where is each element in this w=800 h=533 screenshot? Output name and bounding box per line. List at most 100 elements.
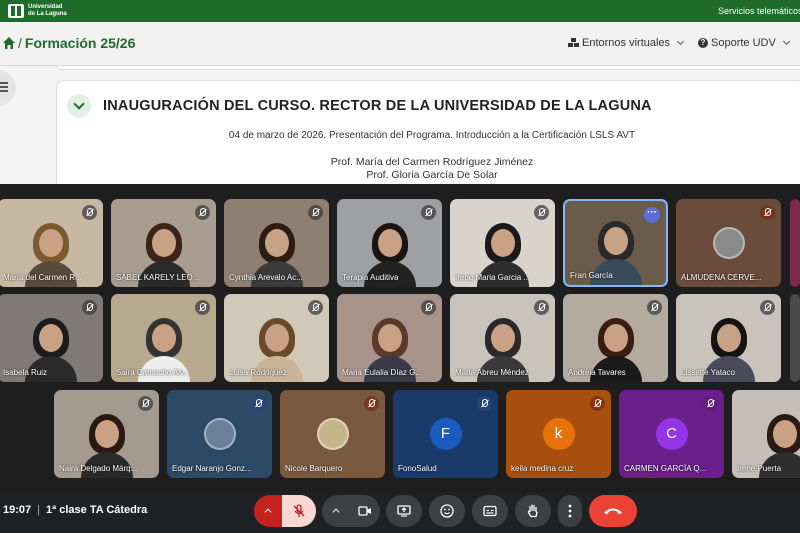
participant-tile[interactable]: C CARMEN GARCÍA Q... <box>619 390 724 478</box>
present-screen-button[interactable] <box>386 495 422 527</box>
university-topbar: Universidad de La Laguna Servicios telem… <box>0 0 800 22</box>
participant-name: SABEL KARELY LEO... <box>116 273 200 282</box>
raise-hand-button[interactable] <box>515 495 551 527</box>
logo-line-1: Universidad <box>28 4 63 10</box>
participant-name: Saira Camacho Alv... <box>116 368 191 377</box>
mic-muted-icon <box>195 300 210 315</box>
meeting-info: 19:07 | 1ª clase TA Cátedra <box>3 504 147 516</box>
end-call-button[interactable] <box>589 495 637 527</box>
camera-toggle-button[interactable] <box>350 495 380 527</box>
participant-tile[interactable]: Terapia Auditiva <box>337 199 442 287</box>
meeting-time: 19:07 <box>3 504 32 516</box>
section-card: INAUGURACIÓN DEL CURSO. RECTOR DE LA UNI… <box>56 80 800 184</box>
mic-muted-icon <box>760 205 775 220</box>
participant-tile[interactable]: ALMUDENA CERVE... <box>676 199 781 287</box>
participant-name: Nicole Barquero <box>285 464 343 473</box>
participant-tile[interactable]: SABEL KARELY LEO... <box>111 199 216 287</box>
cubes-icon <box>568 38 579 47</box>
participant-avatar: C <box>655 418 688 450</box>
mic-muted-icon <box>195 205 210 220</box>
participant-name: Maria Eulalia Díaz G... <box>342 368 423 377</box>
mic-muted-icon <box>590 396 605 411</box>
raise-hand-icon <box>527 504 538 518</box>
participant-name: CARMEN GARCÍA Q... <box>624 464 707 473</box>
more-options-icon <box>568 504 572 518</box>
university-logo[interactable]: Universidad de La Laguna <box>8 4 67 18</box>
question-icon: ? <box>698 38 708 48</box>
services-link[interactable]: Servicios telemáticos <box>718 6 800 16</box>
participant-tile[interactable]: Saira Camacho Alv... <box>111 294 216 382</box>
video-options-button[interactable] <box>322 495 350 527</box>
end-call-icon <box>604 508 622 515</box>
participant-name: Naira Delgado Márq... <box>59 464 138 473</box>
course-title[interactable]: Formación 25/26 <box>25 35 136 51</box>
section-professor-1: Prof. María del Carmen Rodríguez Jiménez <box>330 156 534 168</box>
mic-muted-icon <box>82 300 97 315</box>
captions-button[interactable] <box>472 495 508 527</box>
participant-name: Maria Abreu Méndez <box>455 368 529 377</box>
participant-avatar <box>712 227 745 259</box>
emoji-icon <box>440 504 454 518</box>
chevron-down-icon <box>782 37 790 46</box>
breadcrumb[interactable]: / Formación 25/26 <box>18 35 135 51</box>
soporte-udv-menu[interactable]: ? Soporte UDV <box>698 37 790 49</box>
participant-tile-partial[interactable] <box>790 294 800 382</box>
more-options-button[interactable] <box>558 495 582 527</box>
drawer-toggle-button[interactable] <box>0 70 16 106</box>
participant-name: Edgar Naranjo Gonz... <box>172 464 252 473</box>
more-options-icon[interactable]: ··· <box>644 207 660 223</box>
participant-name: keila medina cruz <box>511 464 574 473</box>
participant-tile[interactable]: Irene Puerta <box>732 390 800 478</box>
participant-name: Andreia Tavares <box>568 368 626 377</box>
participant-name: Irene Puerta <box>737 464 782 473</box>
mic-muted-icon <box>534 300 549 315</box>
participant-tile[interactable]: Cynthia Arevalo Ac... <box>224 199 329 287</box>
participant-tile[interactable]: F FonoSalud <box>393 390 498 478</box>
mic-toggle-button[interactable] <box>282 495 316 527</box>
collapse-section-button[interactable] <box>67 94 91 118</box>
logo-line-2: de La Laguna <box>28 11 67 17</box>
participant-name: Isabela Ruiz <box>3 368 48 377</box>
participant-tile[interactable]: Edgar Naranjo Gonz... <box>167 390 272 478</box>
menu-icon <box>0 82 8 84</box>
entornos-virtuales-menu[interactable]: Entornos virtuales <box>568 37 685 49</box>
mic-muted-icon <box>308 300 323 315</box>
participant-tile[interactable]: María del Carmen R... <box>0 199 103 287</box>
participant-tile[interactable]: Luisa Rodriguez <box>224 294 329 382</box>
course-navbar: / Formación 25/26 Entornos virtuales ? So… <box>0 22 800 66</box>
section-professor-2: Prof. Gloria García De Solar <box>366 169 498 181</box>
participant-tile[interactable]: ··· Fran García <box>563 199 668 287</box>
meeting-title[interactable]: 1ª clase TA Cátedra <box>46 504 147 516</box>
participant-name: Fran García <box>570 271 613 280</box>
participant-tile[interactable]: Andreia Tavares <box>563 294 668 382</box>
home-icon[interactable] <box>2 36 16 50</box>
mic-muted-icon <box>647 300 662 315</box>
section-title: INAUGURACIÓN DEL CURSO. RECTOR DE LA UNI… <box>103 98 652 114</box>
reactions-button[interactable] <box>429 495 465 527</box>
breadcrumb-separator: / <box>18 35 22 51</box>
meet-control-bar: 19:07 | 1ª clase TA Cátedra <box>0 492 800 533</box>
participant-tile[interactable]: Nicole Barquero <box>280 390 385 478</box>
participant-tile[interactable]: Irene Maria Garcia ... <box>450 199 555 287</box>
section-date-line: 04 de marzo de 2026. Presentación del Pr… <box>228 130 636 141</box>
participant-name: Lissette Yataco <box>681 368 735 377</box>
participant-tile[interactable]: Isabela Ruiz <box>0 294 103 382</box>
mic-muted-icon <box>703 396 718 411</box>
participant-name: María del Carmen R... <box>3 273 82 282</box>
participant-tile[interactable]: Maria Abreu Méndez <box>450 294 555 382</box>
caret-up-icon <box>332 508 340 516</box>
chevron-down-icon <box>677 37 685 46</box>
mic-muted-icon <box>364 396 379 411</box>
participant-tile[interactable]: Maria Eulalia Díaz G... <box>337 294 442 382</box>
mic-muted-icon <box>308 205 323 220</box>
participant-tile[interactable]: Naira Delgado Márq... <box>54 390 159 478</box>
participant-name: FonoSalud <box>398 464 437 473</box>
participant-tile-partial[interactable] <box>790 199 800 287</box>
participant-tile[interactable]: Lissette Yataco <box>676 294 781 382</box>
previous-section-card <box>56 66 800 70</box>
participant-tile[interactable]: k keila medina cruz <box>506 390 611 478</box>
participant-name: Luisa Rodriguez <box>229 368 287 377</box>
mic-muted-icon <box>421 205 436 220</box>
audio-options-button[interactable] <box>254 495 282 527</box>
present-icon <box>397 505 411 517</box>
